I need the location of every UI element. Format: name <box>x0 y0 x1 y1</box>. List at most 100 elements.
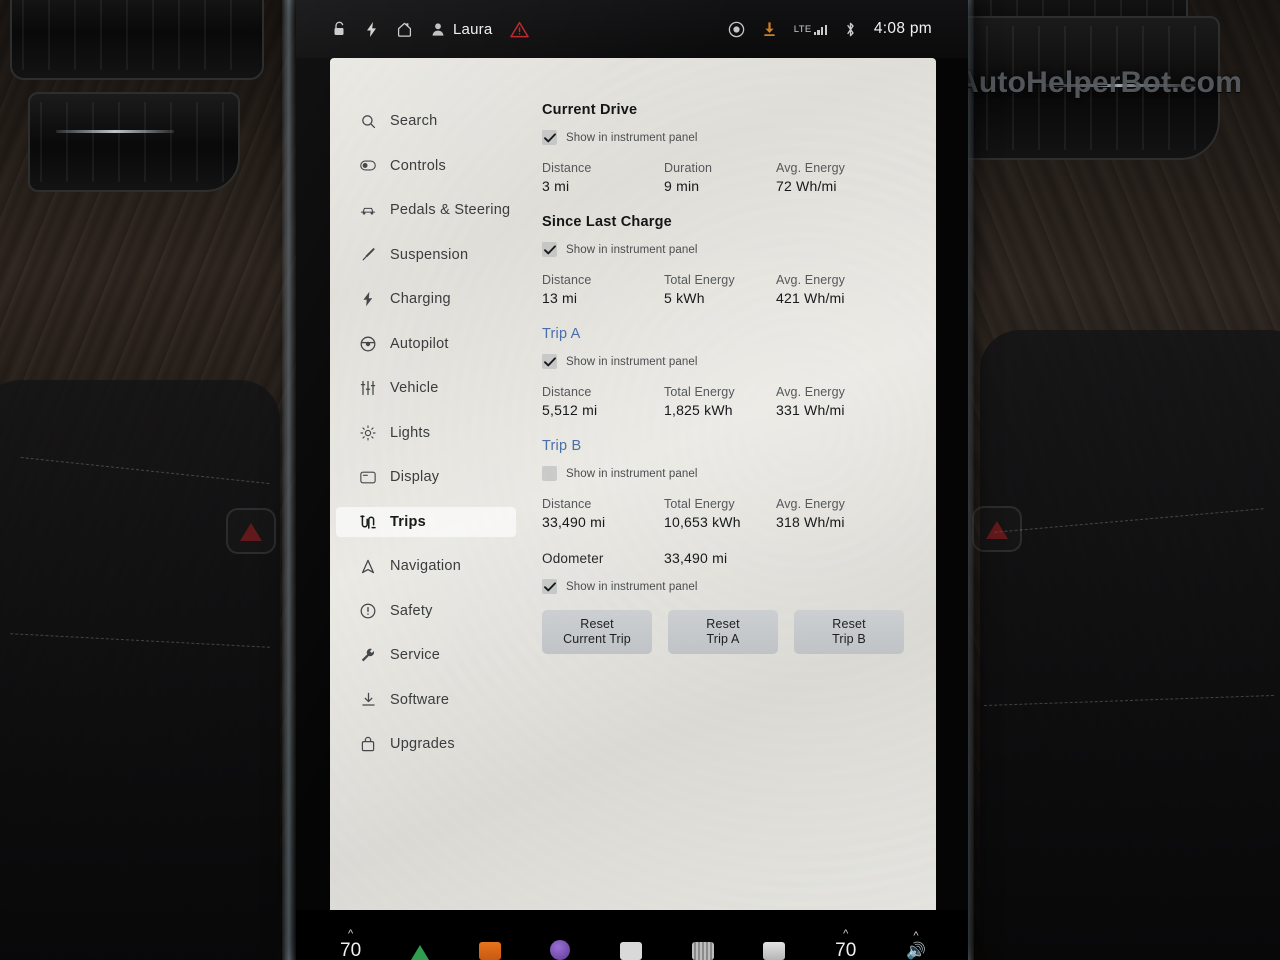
fan-button[interactable] <box>691 942 714 960</box>
defrost-button[interactable] <box>763 942 786 960</box>
checkbox-checked[interactable] <box>542 354 557 369</box>
watermark: AutoHelperBot.com <box>957 66 1243 99</box>
checkbox-checked[interactable] <box>542 130 557 145</box>
center-touchscreen[interactable]: Laura LTE 4:08 pm Search Controls Pedals… <box>296 0 968 960</box>
search-icon <box>360 113 376 129</box>
sidebar-item-label: Service <box>390 647 441 663</box>
door-panel-left <box>0 380 280 960</box>
sidebar-item-controls[interactable]: Controls <box>336 151 516 181</box>
hazard-lights-button-left[interactable] <box>226 508 276 554</box>
seat-heater-button[interactable] <box>410 945 429 960</box>
driver-temperature-control[interactable]: ^ 70 <box>340 929 361 960</box>
sidebar-item-safety[interactable]: Safety <box>336 596 516 626</box>
door-panel-right <box>980 330 1280 960</box>
alert-circle-icon <box>360 603 376 619</box>
shock-absorber-icon <box>360 247 376 263</box>
sidebar-item-autopilot[interactable]: Autopilot <box>336 329 516 359</box>
checkbox-checked[interactable] <box>542 579 557 594</box>
metric-value: 72 Wh/mi <box>776 178 837 194</box>
metric-avg-energy: Avg. Energy 72 Wh/mi <box>776 161 845 194</box>
grille-icon <box>691 942 714 960</box>
media-orange-icon <box>478 942 501 960</box>
driver-name: Laura <box>453 20 493 38</box>
console-trim-left <box>282 0 296 960</box>
odometer-value: 33,490 mi <box>664 550 728 566</box>
bolt-icon[interactable] <box>365 21 378 38</box>
bottom-app-bar[interactable]: ^ 70 ^ 70 ^ 🔊 <box>296 910 968 960</box>
sidebar-item-charging[interactable]: Charging <box>336 284 516 314</box>
card-white-icon <box>620 942 643 960</box>
reset-current-trip-button[interactable]: Reset Current Trip <box>542 610 652 654</box>
metric-label: Total Energy <box>664 273 735 287</box>
browser-button[interactable] <box>550 940 571 960</box>
metric-label: Distance <box>542 497 592 511</box>
checkbox-unchecked[interactable] <box>542 466 557 481</box>
sidebar-item-service[interactable]: Service <box>336 640 516 670</box>
checkbox-label: Show in instrument panel <box>566 580 698 593</box>
metrics-row: Distance 13 mi Total Energy 5 kWh Avg. E… <box>542 273 916 306</box>
lock-icon[interactable] <box>332 21 347 37</box>
home-icon[interactable] <box>396 21 413 38</box>
metric-avg-energy: Avg. Energy 331 Wh/mi <box>776 385 845 418</box>
air-vent-upper-left[interactable] <box>10 0 264 80</box>
sidebar-item-suspension[interactable]: Suspension <box>336 240 516 270</box>
show-in-instrument-panel-row[interactable]: Show in instrument panel <box>542 579 916 594</box>
sidebar-item-navigation[interactable]: Navigation <box>336 551 516 581</box>
sidebar-item-search[interactable]: Search <box>336 106 516 136</box>
sidebar-item-vehicle[interactable]: Vehicle <box>336 373 516 403</box>
card-button[interactable] <box>620 942 643 960</box>
sidebar-item-label: Pedals & Steering <box>390 202 511 218</box>
download-icon[interactable] <box>762 21 777 37</box>
reset-trip-a-button[interactable]: Reset Trip A <box>668 610 778 654</box>
hazard-lights-button-right[interactable] <box>972 506 1022 552</box>
button-line-1: Reset <box>706 617 740 631</box>
sidebar-item-display[interactable]: Display <box>336 462 516 492</box>
volume-control[interactable]: ^ 🔊 <box>906 931 926 960</box>
sidebar-item-label: Upgrades <box>390 736 455 752</box>
screenshot-root: AutoHelperBot.com Laura LTE 4:08 pm Sear… <box>0 0 1280 960</box>
button-line-2: Trip A <box>706 632 740 646</box>
section-title-trip-a[interactable]: Trip A <box>542 326 916 342</box>
show-in-instrument-panel-row[interactable]: Show in instrument panel <box>542 466 916 481</box>
reset-trip-b-button[interactable]: Reset Trip B <box>794 610 904 654</box>
download-icon <box>360 692 376 708</box>
network-type-label: LTE <box>793 23 812 35</box>
steering-wheel-icon <box>360 336 376 352</box>
air-vent-lower-left[interactable] <box>28 92 240 192</box>
bluetooth-icon[interactable] <box>844 21 857 38</box>
sidebar-item-label: Lights <box>390 424 431 441</box>
metric-distance: Distance 33,490 mi <box>542 497 664 530</box>
section-current-drive: Current Drive Show in instrument panel D… <box>542 102 916 194</box>
show-in-instrument-panel-row[interactable]: Show in instrument panel <box>542 130 916 145</box>
sidebar-item-trips[interactable]: Trips <box>336 506 516 537</box>
sidebar-item-label: Vehicle <box>390 380 439 396</box>
sidebar-item-lights[interactable]: Lights <box>336 418 516 448</box>
show-in-instrument-panel-row[interactable]: Show in instrument panel <box>542 354 916 369</box>
hazard-triangle-icon <box>986 520 1008 539</box>
seat-heater-green-icon <box>410 945 429 960</box>
passenger-temperature-value: 70 <box>835 940 857 960</box>
section-since-last-charge: Since Last Charge Show in instrument pan… <box>542 214 916 306</box>
odometer-row: Odometer 33,490 mi <box>542 550 916 566</box>
checkbox-label: Show in instrument panel <box>566 243 698 256</box>
settings-sidebar[interactable]: Search Controls Pedals & Steering Suspen… <box>330 58 522 910</box>
show-in-instrument-panel-row[interactable]: Show in instrument panel <box>542 242 916 257</box>
chevron-up-icon: ^ <box>843 928 849 940</box>
sidebar-item-upgrades[interactable]: Upgrades <box>336 729 516 759</box>
checkbox-label: Show in instrument panel <box>566 355 698 368</box>
sidebar-item-label: Trips <box>390 513 426 530</box>
passenger-temperature-control[interactable]: ^ 70 <box>835 929 856 960</box>
warning-triangle-icon[interactable] <box>510 21 530 38</box>
dashboard-right-wood-trim <box>926 0 1280 960</box>
checkbox-checked[interactable] <box>542 242 557 257</box>
button-line-2: Current Trip <box>563 632 631 646</box>
record-circle-icon[interactable] <box>728 21 745 38</box>
sidebar-item-software[interactable]: Software <box>336 685 516 715</box>
driver-profile[interactable]: Laura <box>431 21 492 38</box>
section-title-trip-b[interactable]: Trip B <box>542 438 916 454</box>
metric-value: 33,490 mi <box>542 514 606 530</box>
sidebar-item-pedals-steering[interactable]: Pedals & Steering <box>336 195 516 225</box>
settings-panel: Search Controls Pedals & Steering Suspen… <box>330 58 936 910</box>
metric-label: Distance <box>542 161 592 175</box>
media-button[interactable] <box>478 942 501 960</box>
